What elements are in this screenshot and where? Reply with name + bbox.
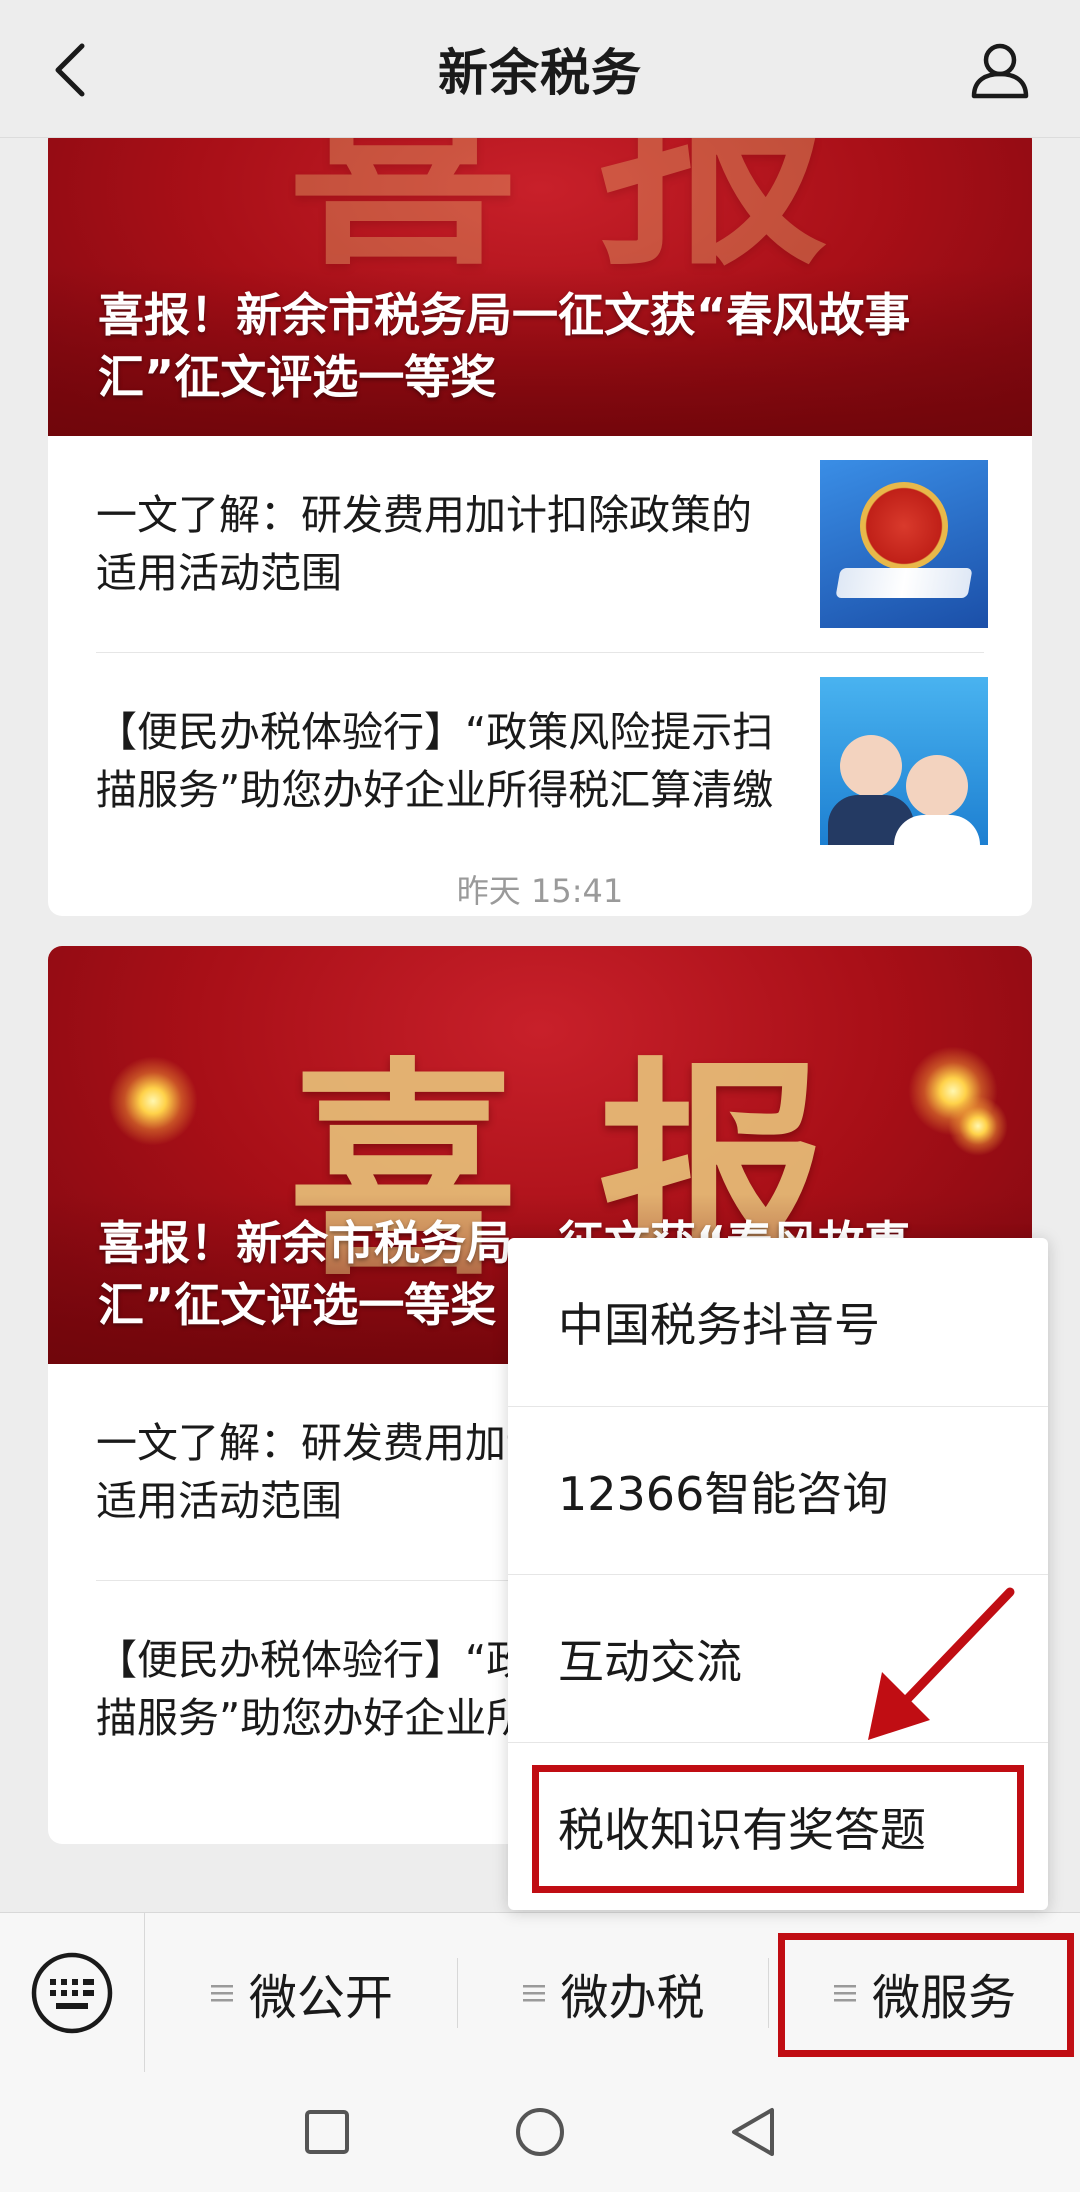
system-back-button[interactable] xyxy=(713,2092,793,2172)
menu-lines-icon xyxy=(209,1980,235,2006)
keyboard-toggle-button[interactable] xyxy=(0,1912,145,2073)
menu-item-label: 互动交流 xyxy=(558,1634,742,1689)
keyboard-icon xyxy=(31,1952,113,2033)
article-group-card: 喜报 喜报！新余市税务局一征文获“春风故事汇”征文评选一等奖 一文了解：研发费用… xyxy=(48,138,1032,916)
article-title: 【便民办税体验行】“政策风险提示扫描服务”助您办好企业所得税汇算清缴 xyxy=(96,707,774,814)
back-button[interactable] xyxy=(30,30,110,110)
menu-item-tax-quiz[interactable]: 税收知识有奖答题 xyxy=(508,1742,1048,1910)
home-icon xyxy=(515,2108,564,2156)
article-item[interactable]: 一文了解：研发费用加计扣除政策的适用活动范围 xyxy=(96,436,988,652)
profile-button[interactable] xyxy=(960,30,1040,110)
article-thumbnail xyxy=(820,676,988,845)
annotation-arrow-icon xyxy=(868,1587,1015,1740)
firework-decoration xyxy=(948,1096,1008,1156)
message-timestamp: 昨天 15:41 xyxy=(456,872,624,910)
emblem-ribbon xyxy=(835,568,973,598)
menu-item-12366[interactable]: 12366智能咨询 xyxy=(508,1406,1048,1574)
profile-icon xyxy=(971,43,1029,99)
menu-item-label: 中国税务抖音号 xyxy=(558,1298,880,1352)
menu-tab-service[interactable]: 微服务 xyxy=(768,1913,1080,2073)
cover-title: 喜报！新余市税务局一征文获“春风故事汇”征文评选一等奖 xyxy=(98,288,911,404)
menu-tab-tax[interactable]: 微办税 xyxy=(456,1913,769,2073)
article-title: 一文了解：研发费用加计扣除政策的适用活动范围 xyxy=(96,491,752,597)
back-arrow-icon xyxy=(55,43,85,97)
top-bar: 新余税务 xyxy=(0,0,1080,138)
menu-lines-icon xyxy=(521,1980,547,2006)
article-thumbnail xyxy=(820,460,988,628)
bottom-menu-bar: 微公开 微办税 微服务 xyxy=(0,1912,1080,2073)
cover-article[interactable]: 喜报 喜报！新余市税务局一征文获“春风故事汇”征文评选一等奖 xyxy=(48,138,1032,436)
menu-tab-label: 微公开 xyxy=(248,1969,393,2026)
recent-apps-icon xyxy=(304,2110,349,2154)
back-triangle-icon xyxy=(732,2108,775,2156)
article-item[interactable]: 【便民办税体验行】“政策风险提示扫描服务”助您办好企业所得税汇算清缴 xyxy=(96,652,988,868)
system-nav-bar xyxy=(0,2072,1080,2192)
person-figure xyxy=(840,734,902,797)
person-figure xyxy=(906,754,968,817)
recent-apps-button[interactable] xyxy=(287,2092,367,2172)
menu-item-label: 12366智能咨询 xyxy=(558,1466,889,1521)
firework-decoration xyxy=(108,1056,198,1146)
menu-item-douyin[interactable]: 中国税务抖音号 xyxy=(508,1238,1048,1406)
page-title: 新余税务 xyxy=(438,44,642,102)
menu-tab-label: 微办税 xyxy=(560,1969,705,2026)
submenu-popup: 中国税务抖音号 12366智能咨询 互动交流 税收知识有奖答题 xyxy=(508,1238,1048,1910)
highlight-box xyxy=(778,1932,1075,2057)
home-button[interactable] xyxy=(500,2092,580,2172)
menu-tab-open[interactable]: 微公开 xyxy=(145,1913,457,2073)
person-figure xyxy=(894,814,980,845)
tax-emblem-icon xyxy=(860,482,948,570)
highlight-box xyxy=(532,1765,1024,1893)
